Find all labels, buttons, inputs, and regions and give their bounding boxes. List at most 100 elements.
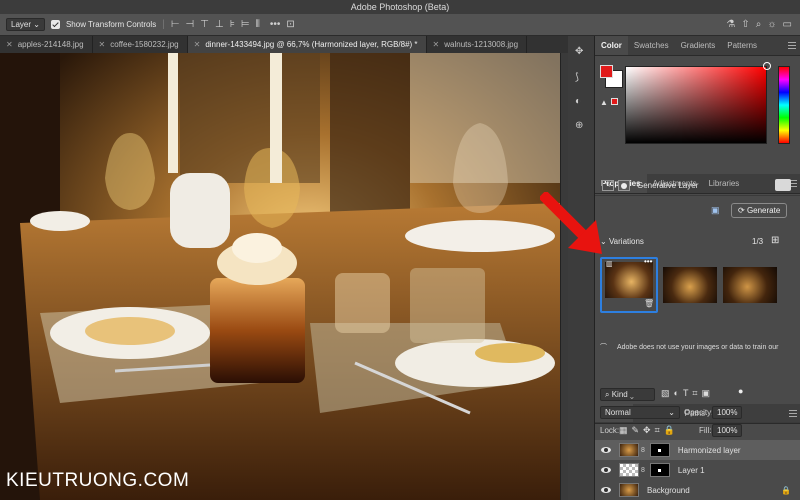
- options-bar: Layer ⌄ Show Transform Controls | ⊢ ⊣ ⊤ …: [0, 14, 800, 36]
- layer-name[interactable]: Background: [647, 486, 690, 495]
- more-options-button[interactable]: •••: [270, 19, 281, 30]
- properties-panel: ✎ Generative Layer ▣ ⟳ Generate ⌄ Variat…: [595, 175, 800, 371]
- info-icon: ⌒: [600, 344, 609, 351]
- divider: [595, 195, 800, 196]
- layer-mask-thumbnail[interactable]: [649, 463, 670, 477]
- app-title: Adobe Photoshop (Beta): [350, 2, 450, 12]
- link-icon[interactable]: 8: [641, 447, 645, 454]
- layer-name[interactable]: Harmonized layer: [678, 446, 741, 455]
- filter-kind-dropdown[interactable]: ⌕ Kind ⌄: [600, 388, 655, 401]
- align-center-icon[interactable]: ⊣: [186, 19, 195, 30]
- visibility-eye-icon[interactable]: [601, 447, 611, 453]
- annotation-arrow: [540, 192, 602, 254]
- window-title-bar: Adobe Photoshop (Beta): [0, 0, 800, 14]
- opacity-label: Opacity:: [684, 408, 714, 417]
- tab-patterns[interactable]: Patterns: [721, 36, 763, 55]
- visibility-eye-icon[interactable]: [601, 487, 611, 493]
- layer-row-background[interactable]: Background 🔒: [595, 480, 800, 500]
- layer-name[interactable]: Layer 1: [678, 466, 705, 475]
- tab-walnuts[interactable]: ✕ walnuts-1213008.jpg: [427, 36, 528, 53]
- close-icon[interactable]: ✕: [99, 40, 106, 49]
- layer-options-toggle[interactable]: [775, 179, 791, 191]
- variation-thumbnail-2[interactable]: [663, 267, 717, 303]
- variation-thumbnail-3[interactable]: [723, 267, 777, 303]
- gamut-warning-icon: ▲: [600, 98, 608, 107]
- tab-swatches[interactable]: Swatches: [628, 36, 675, 55]
- document-canvas[interactable]: KIEUTRUONG.COM: [0, 53, 560, 500]
- layer-mask-icon: [618, 180, 630, 191]
- hue-slider[interactable]: [778, 66, 790, 144]
- color-panel-tabs: Color Swatches Gradients Patterns: [595, 36, 800, 56]
- color-field[interactable]: [625, 66, 767, 144]
- layer-thumbnail: [619, 483, 639, 497]
- align-top-icon[interactable]: ⊤: [200, 19, 209, 30]
- tab-color[interactable]: Color: [595, 36, 628, 55]
- align-bottom-icon[interactable]: ⊨: [241, 19, 250, 30]
- layer-thumbnail: [619, 463, 639, 477]
- fill-label: Fill:: [699, 426, 712, 435]
- brush-settings-icon[interactable]: ⟆: [575, 72, 579, 83]
- divider: [595, 422, 800, 423]
- color-picker-handle[interactable]: [763, 62, 771, 70]
- panel-menu-icon[interactable]: [788, 42, 796, 49]
- fill-field[interactable]: 100% ⌄: [712, 424, 742, 446]
- generative-layer-icon: ✎: [602, 180, 614, 191]
- layers-panel: ⌕ Kind ⌄ ▧◐T⌗▣ ● Normal⌄ Opacity: 100% ⌄…: [595, 385, 800, 500]
- search-icon: ⌕: [605, 390, 612, 399]
- align-middle-icon[interactable]: ⊥: [215, 19, 224, 30]
- lock-icon[interactable]: 🔒: [781, 486, 791, 495]
- link-icon[interactable]: 8: [641, 467, 645, 474]
- lock-label: Lock:: [600, 426, 620, 435]
- tab-apples[interactable]: ✕ apples-214148.jpg: [0, 36, 93, 53]
- layer-type-label: Generative Layer: [637, 181, 699, 190]
- close-icon[interactable]: ✕: [194, 40, 201, 49]
- variation-more-icon[interactable]: •••: [644, 257, 652, 266]
- notice-text: ⌒ Adobe does not use your images or data…: [600, 344, 779, 351]
- 3d-mode-icon[interactable]: ⊡: [286, 19, 294, 30]
- document-tabs: ✕ apples-214148.jpg ✕ coffee-1580232.jpg ✕…: [0, 36, 594, 53]
- layer-mask-thumbnail[interactable]: [649, 443, 670, 457]
- opacity-field[interactable]: 100% ⌄: [712, 406, 742, 428]
- blend-mode-dropdown[interactable]: Normal ⌄: [600, 406, 680, 419]
- gamut-color-swatch[interactable]: [611, 98, 618, 105]
- layer-row-harmonized[interactable]: 8 Harmonized layer: [595, 440, 800, 460]
- color-panel: ▲: [595, 56, 800, 156]
- delete-variation-icon[interactable]: 🗑: [644, 299, 654, 308]
- separator-icon: |: [162, 19, 165, 30]
- tab-dinner[interactable]: ✕ dinner-1433494.jpg @ 66,7% (Harmonized …: [187, 36, 427, 53]
- watermark: KIEUTRUONG.COM: [6, 470, 190, 491]
- filter-toggle-icon[interactable]: ●: [738, 386, 743, 396]
- generate-icon: ⟳: [738, 206, 747, 215]
- show-transform-checkbox[interactable]: [50, 20, 60, 29]
- adjustments-icon[interactable]: ◐: [575, 96, 581, 107]
- layer-thumbnail: [619, 443, 639, 457]
- image-settings-icon[interactable]: ▣: [711, 205, 720, 216]
- foreground-color-swatch[interactable]: [600, 65, 613, 78]
- dinner-photo: [0, 53, 560, 500]
- align-left-icon[interactable]: ⊢: [171, 19, 180, 30]
- layer-row-layer1[interactable]: 8 Layer 1: [595, 460, 800, 480]
- generate-button[interactable]: ⟳ Generate: [731, 203, 788, 218]
- distribute-icon[interactable]: ⫴: [256, 19, 260, 30]
- tab-coffee[interactable]: ✕ coffee-1580232.jpg: [93, 36, 188, 53]
- close-icon[interactable]: ✕: [6, 40, 13, 49]
- labs-flask-icon[interactable]: ⚗: [726, 19, 735, 30]
- collapsed-panel-icons: ✥ ⟆ ◐ ⊕: [568, 36, 594, 500]
- right-panels: Color Swatches Gradients Patterns ▲ Prop…: [594, 36, 800, 500]
- variation-thumbnail-1[interactable]: ▥ ••• 🗑: [600, 257, 658, 313]
- glyph-icon[interactable]: ⊕: [575, 120, 583, 131]
- tab-gradients[interactable]: Gradients: [675, 36, 722, 55]
- variations-counter: 1/3: [752, 237, 764, 246]
- align-right-icon[interactable]: ⊧: [230, 19, 235, 30]
- search-icon[interactable]: ⌕: [756, 19, 762, 30]
- share-icon[interactable]: ⇧: [741, 19, 749, 30]
- history-icon[interactable]: ✥: [575, 46, 583, 57]
- visibility-eye-icon[interactable]: [601, 467, 611, 473]
- auto-select-dropdown[interactable]: Layer ⌄: [6, 18, 45, 31]
- discover-lightbulb-icon[interactable]: ☼: [767, 19, 776, 30]
- lock-option-icons[interactable]: ▦✎✥⌗🔒: [619, 425, 679, 436]
- workspace-icon[interactable]: ▭: [783, 19, 792, 30]
- grid-view-icon[interactable]: ⊞: [771, 235, 779, 246]
- close-icon[interactable]: ✕: [433, 40, 440, 49]
- layer-filter-icons[interactable]: ▧◐T⌗▣: [661, 388, 714, 399]
